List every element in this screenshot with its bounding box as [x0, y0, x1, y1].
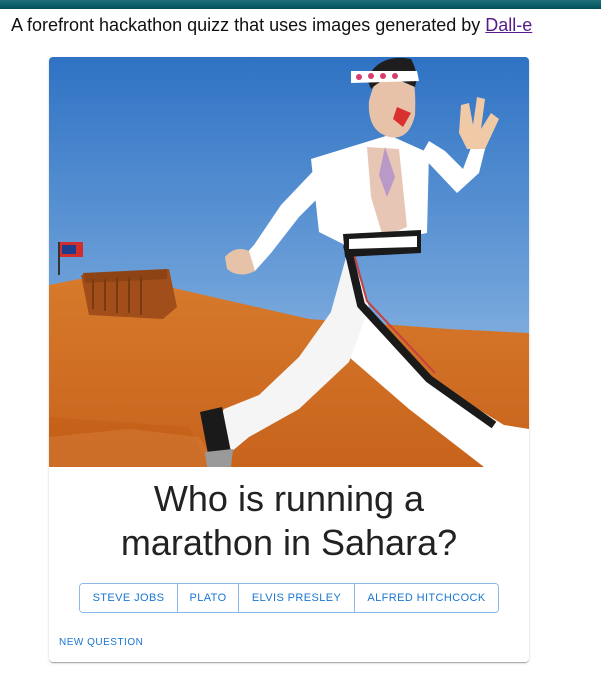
answer-button-plato[interactable]: PLATO — [178, 584, 239, 612]
answer-button-steve-jobs[interactable]: STEVE JOBS — [80, 584, 178, 612]
quiz-image — [49, 57, 529, 467]
intro-sentence: A forefront hackathon quizz that uses im… — [11, 15, 486, 35]
answer-button-elvis-presley[interactable]: ELVIS PRESLEY — [239, 584, 355, 612]
intro-text: A forefront hackathon quizz that uses im… — [11, 14, 532, 36]
top-bar — [0, 0, 601, 9]
answer-button-group: STEVE JOBS PLATO ELVIS PRESLEY ALFRED HI… — [79, 583, 499, 613]
dalle-link[interactable]: Dall-e — [485, 15, 532, 35]
new-question-button[interactable]: NEW QUESTION — [59, 637, 143, 648]
question-line-1: Who is running a — [153, 478, 425, 519]
quiz-card: Who is running a marathon in Sahara? STE… — [49, 57, 529, 662]
answer-button-alfred-hitchcock[interactable]: ALFRED HITCHCOCK — [355, 584, 498, 612]
question-line-2: marathon in Sahara? — [120, 522, 458, 563]
question-text: Who is running a marathon in Sahara? — [49, 477, 529, 565]
